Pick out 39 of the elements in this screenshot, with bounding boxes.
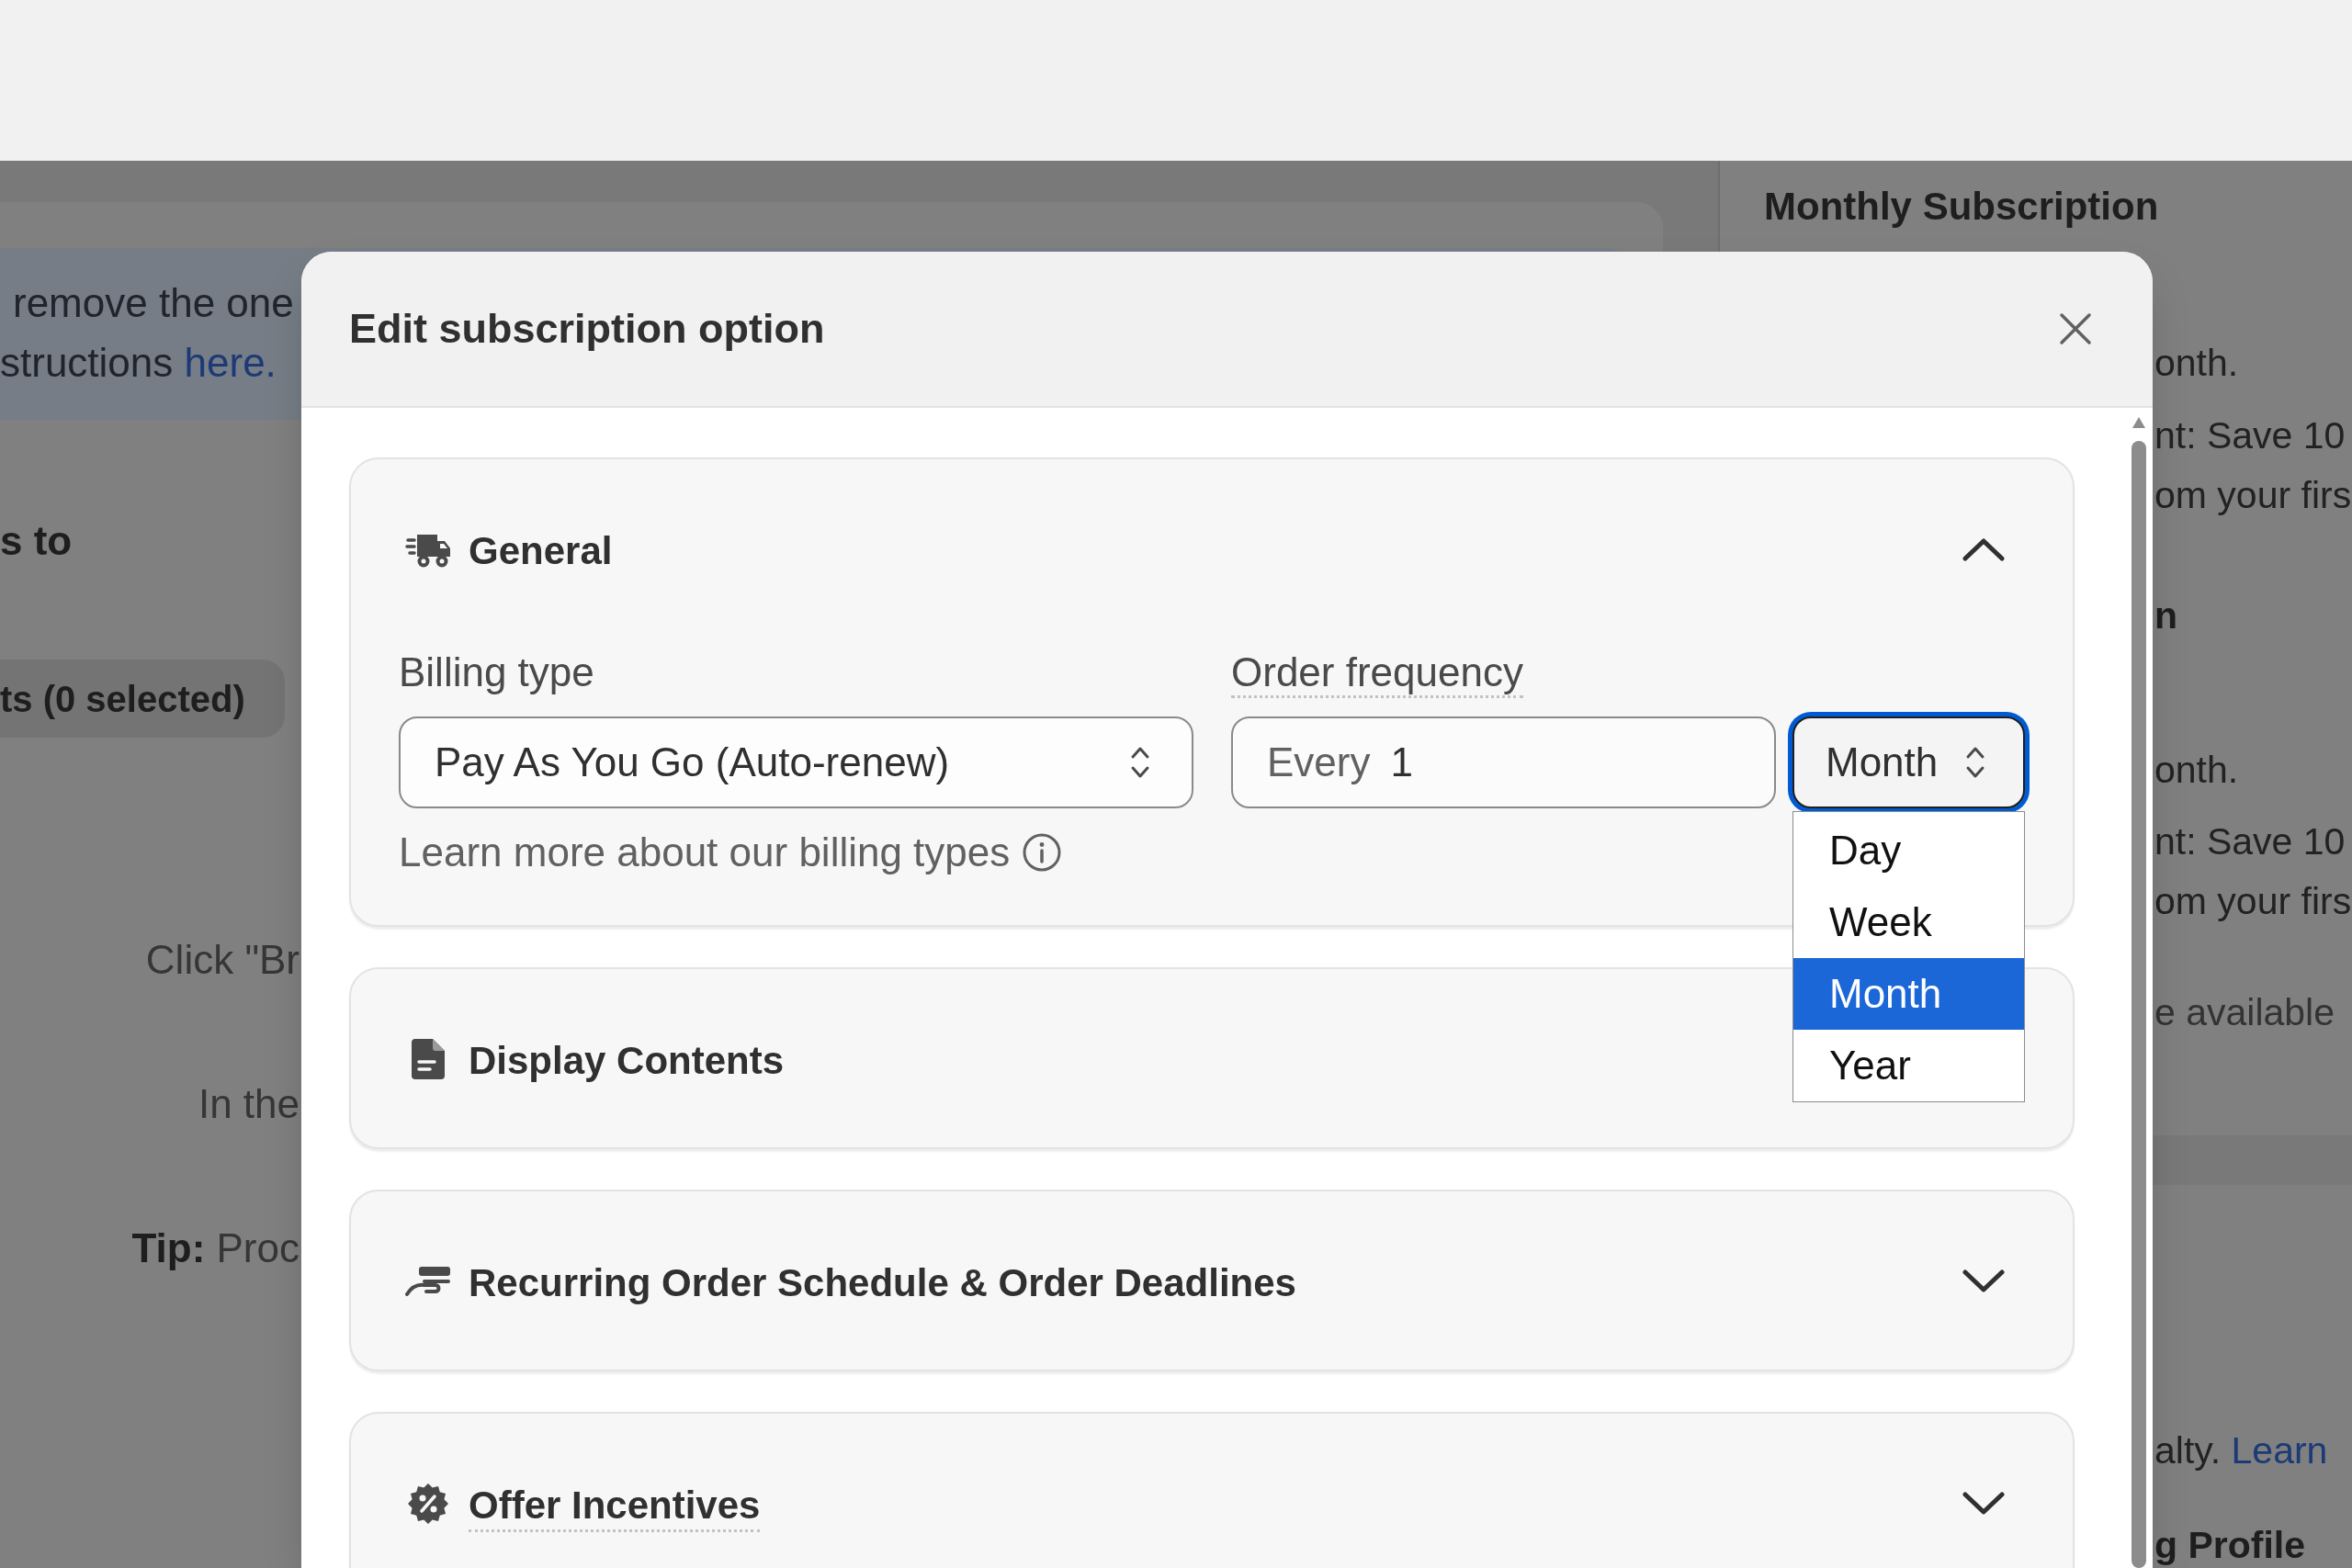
dialog-title: Edit subscription option (349, 304, 825, 354)
document-icon (411, 1038, 446, 1080)
panel-text: onth. (2154, 748, 2239, 793)
instruction-text: Click "Br (145, 936, 300, 984)
chevron-up-icon[interactable] (1962, 537, 2005, 561)
percent-badge-icon (408, 1483, 448, 1524)
selection-button[interactable]: ts (0 selected) (0, 660, 285, 738)
field-label: Billing type (399, 649, 594, 696)
chevron-down-icon[interactable] (1962, 1492, 2005, 1516)
instruction-text: In the (198, 1080, 300, 1128)
frequency-input[interactable]: Every 1 (1231, 716, 1776, 808)
section-title: Offer Incentives (469, 1481, 761, 1532)
info-icon[interactable] (1023, 833, 1062, 872)
panel-heading: g Profile (2154, 1523, 2306, 1568)
field-label: Order frequency (1231, 649, 1523, 698)
up-triangle-icon[interactable] (2132, 417, 2145, 428)
section-heading: s to (0, 517, 73, 565)
instruction-text: Tip: Proc (131, 1224, 300, 1272)
panel-text: nt: Save 10 (2154, 819, 2346, 864)
section-title: Recurring Order Schedule & Order Deadlines (469, 1259, 1296, 1306)
dropdown-option[interactable]: Month (1793, 958, 2024, 1030)
billing-type-select[interactable]: Pay As You Go (Auto-renew) (399, 716, 1193, 808)
banner-text: remove the one (13, 279, 294, 327)
help-text: Learn more about our billing types (399, 829, 1011, 876)
scrollbar-thumb[interactable] (2132, 441, 2146, 1568)
hand-card-icon (404, 1265, 452, 1298)
panel-text: onth. (2154, 341, 2239, 386)
close-icon[interactable] (2059, 312, 2092, 345)
panel-title: Monthly Subscription (1764, 184, 2159, 230)
section-title: Display Contents (469, 1037, 785, 1084)
panel-text: nt: Save 10 (2154, 413, 2346, 458)
panel-text: alty. Learn (2154, 1428, 2328, 1473)
banner-text: structions here. (0, 339, 277, 387)
chevron-down-icon[interactable] (1962, 1269, 2005, 1293)
panel-text: om your firs (2154, 473, 2352, 518)
panel-text: e available (2154, 990, 2335, 1035)
panel-text: om your firs (2154, 879, 2352, 924)
panel-heading: n (2154, 593, 2178, 638)
section-title: General (469, 527, 613, 574)
